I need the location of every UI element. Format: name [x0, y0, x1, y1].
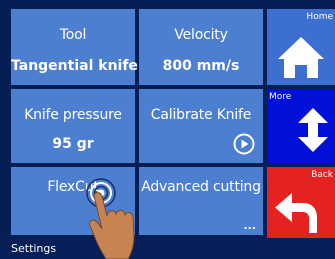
settings-screen: Tool Tangential knife Velocity 800 mm/s …	[0, 0, 335, 259]
velocity-value: 800 mm/s	[162, 58, 240, 74]
flexcut-tile[interactable]: FlexCut ...	[11, 167, 135, 235]
status-bar-label: Settings	[11, 242, 57, 255]
home-icon	[278, 37, 324, 78]
more-button[interactable]: More	[267, 89, 335, 163]
status-bar: Settings	[0, 238, 335, 259]
velocity-title: Velocity	[174, 27, 228, 43]
up-down-arrow-icon	[298, 108, 328, 152]
knife-pressure-tile[interactable]: Knife pressure 95 gr	[11, 89, 135, 163]
home-label: Home	[306, 12, 333, 22]
flexcut-more-indicator: ...	[115, 219, 128, 232]
tool-tile[interactable]: Tool Tangential knife	[11, 9, 138, 85]
more-label: More	[269, 92, 292, 102]
tool-title: Tool	[59, 27, 87, 43]
knife-pressure-value: 95 gr	[52, 136, 94, 152]
play-circle-icon	[233, 133, 255, 155]
advanced-cutting-more-indicator: ...	[243, 219, 256, 232]
calibrate-knife-tile[interactable]: Calibrate Knife	[139, 89, 263, 163]
back-arrow-icon	[275, 193, 317, 233]
velocity-tile[interactable]: Velocity 800 mm/s	[139, 9, 263, 85]
tool-value: Tangential knife	[11, 58, 138, 74]
advanced-cutting-title: Advanced cutting	[141, 179, 261, 195]
back-button[interactable]: Back	[267, 167, 335, 238]
advanced-cutting-tile[interactable]: Advanced cutting ...	[139, 167, 263, 235]
home-button[interactable]: Home	[267, 9, 335, 85]
flexcut-title: FlexCut	[47, 179, 99, 195]
knife-pressure-title: Knife pressure	[24, 107, 122, 123]
back-label: Back	[311, 170, 333, 180]
calibrate-knife-title: Calibrate Knife	[150, 107, 252, 123]
